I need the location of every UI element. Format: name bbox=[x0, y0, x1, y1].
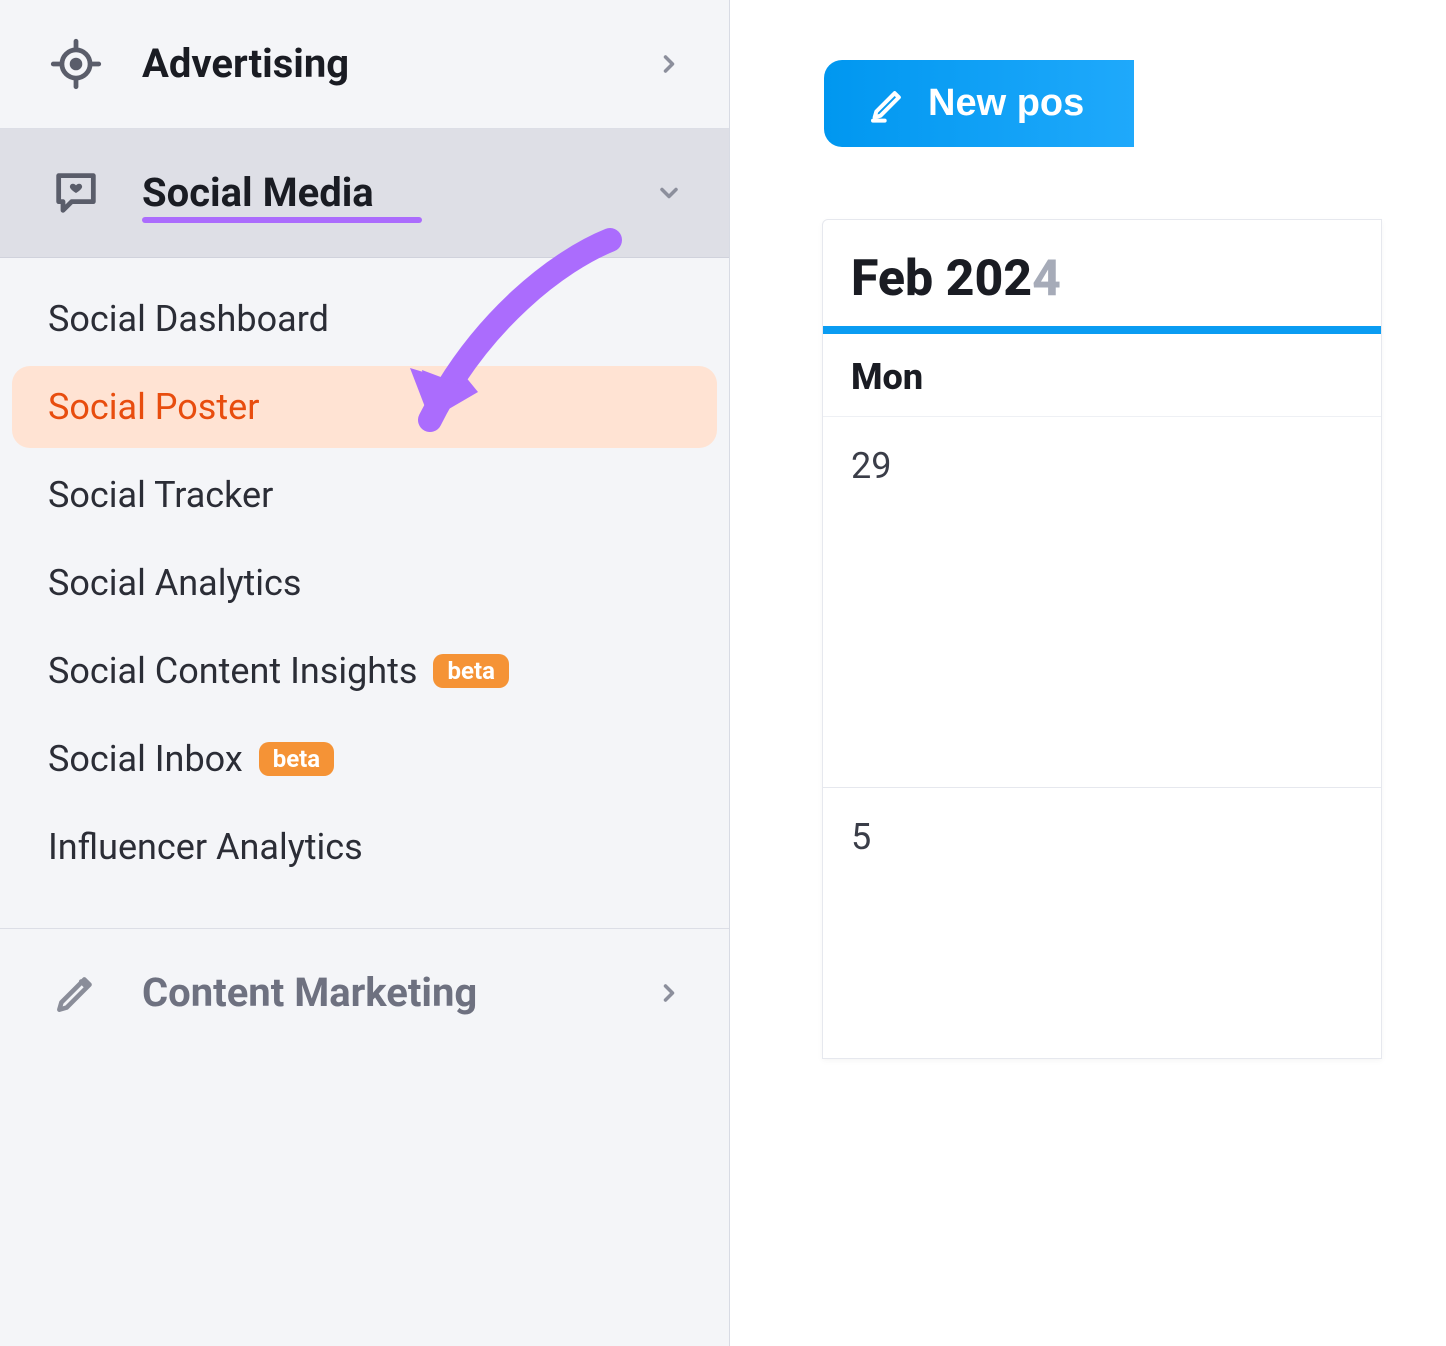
chat-heart-icon bbox=[48, 165, 104, 221]
sidebar-item-influencer-analytics[interactable]: Influencer Analytics bbox=[12, 806, 717, 888]
sidebar-item-social-poster[interactable]: Social Poster bbox=[12, 366, 717, 448]
chevron-down-icon bbox=[649, 173, 689, 213]
sidebar-submenu: Social Dashboard Social Poster Social Tr… bbox=[0, 258, 729, 928]
sidebar-item-social-analytics[interactable]: Social Analytics bbox=[12, 542, 717, 624]
chevron-right-icon bbox=[649, 44, 689, 84]
beta-badge: beta bbox=[433, 654, 508, 688]
sidebar-item-social-inbox[interactable]: Social Inbox beta bbox=[12, 718, 717, 800]
annotation-underline bbox=[142, 217, 422, 223]
sidebar-item-label: Social Inbox bbox=[48, 738, 243, 780]
sidebar-item-social-dashboard[interactable]: Social Dashboard bbox=[12, 278, 717, 360]
sidebar-section-label-text: Social Media bbox=[142, 169, 374, 216]
sidebar-section-advertising[interactable]: Advertising bbox=[0, 0, 729, 129]
new-post-label: New pos bbox=[928, 82, 1084, 125]
sidebar: Advertising Social Media Social bbox=[0, 0, 730, 1346]
sidebar-section-label: Social Media bbox=[142, 169, 611, 217]
calendar-day-cell[interactable]: 29 bbox=[823, 417, 1381, 788]
pencil-icon bbox=[48, 965, 104, 1021]
sidebar-item-label: Social Poster bbox=[48, 386, 259, 428]
target-icon bbox=[48, 36, 104, 92]
sidebar-item-social-content-insights[interactable]: Social Content Insights beta bbox=[12, 630, 717, 712]
sidebar-item-label: Social Analytics bbox=[48, 562, 301, 604]
sidebar-item-label: Influencer Analytics bbox=[48, 826, 363, 868]
sidebar-section-label: Content Marketing bbox=[142, 969, 611, 1017]
new-post-button[interactable]: New pos bbox=[824, 60, 1134, 147]
pencil-icon bbox=[868, 84, 908, 124]
beta-badge: beta bbox=[259, 742, 334, 776]
calendar-month-title: Feb 2024 bbox=[823, 220, 1381, 326]
calendar-day-header: Mon bbox=[823, 334, 1381, 417]
sidebar-section-label: Advertising bbox=[142, 40, 611, 88]
calendar-day-cell[interactable]: 5 bbox=[823, 788, 1381, 1058]
sidebar-item-label: Social Dashboard bbox=[48, 298, 329, 340]
calendar-tab-strip bbox=[823, 326, 1381, 334]
sidebar-item-label: Social Content Insights bbox=[48, 650, 417, 692]
calendar-active-tab-indicator bbox=[823, 326, 1381, 334]
sidebar-section-social-media[interactable]: Social Media bbox=[0, 129, 729, 258]
sidebar-item-label: Social Tracker bbox=[48, 474, 273, 516]
sidebar-section-content-marketing[interactable]: Content Marketing bbox=[0, 928, 729, 1057]
chevron-right-icon bbox=[649, 973, 689, 1013]
calendar-card: Feb 2024 Mon 29 5 bbox=[822, 219, 1382, 1059]
calendar-month-prefix: Feb 202 bbox=[851, 250, 1032, 308]
sidebar-item-social-tracker[interactable]: Social Tracker bbox=[12, 454, 717, 536]
main-panel: New pos Feb 2024 Mon 29 5 bbox=[730, 0, 1446, 1346]
calendar-month-suffix: 4 bbox=[1032, 250, 1061, 308]
